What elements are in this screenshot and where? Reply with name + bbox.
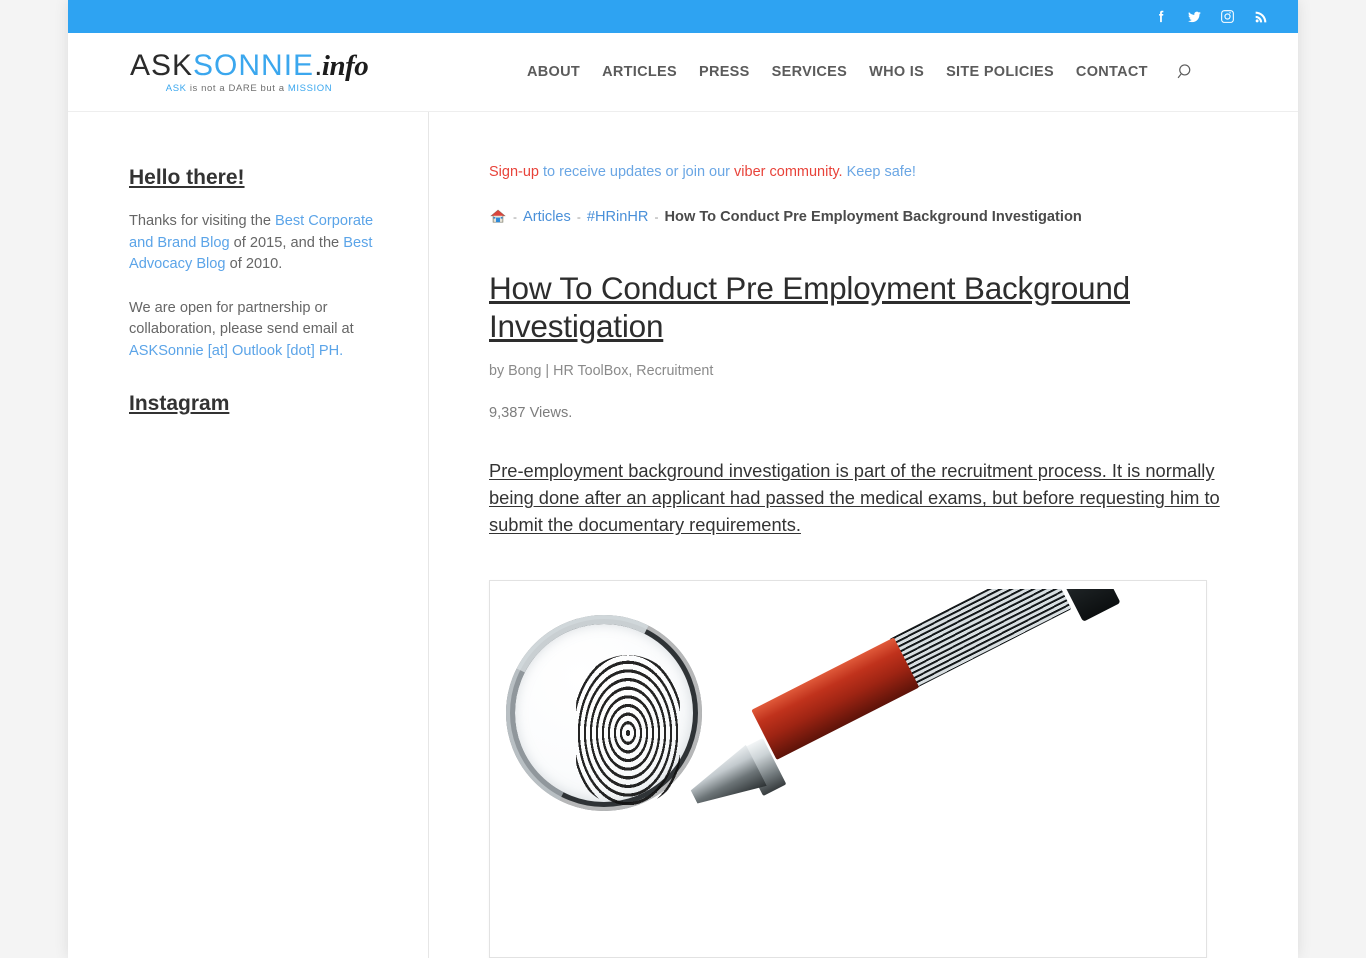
page-title: How To Conduct Pre Employment Background…	[489, 270, 1130, 344]
search-icon[interactable]	[1175, 61, 1197, 83]
sidebar-p2-text-1: We are open for partnership or collabora…	[129, 299, 354, 338]
logo-ask: ASK	[130, 48, 194, 82]
breadcrumb-separator-2: -	[576, 209, 581, 224]
top-social-bar	[68, 0, 1298, 33]
nav-item-who-is[interactable]: WHO IS	[858, 64, 935, 80]
sidebar-p1-text-3: of 2010.	[225, 256, 283, 273]
tagline-mission: MISSION	[287, 83, 333, 95]
nav-item-press[interactable]: PRESS	[688, 64, 761, 80]
twitter-icon[interactable]	[1186, 8, 1203, 25]
sidebar-paragraph-2: We are open for partnership or collabora…	[129, 298, 398, 363]
tagline-ask: ASK	[165, 83, 187, 95]
article-intro-paragraph: Pre-employment background investigation …	[489, 460, 1220, 535]
featured-image	[498, 589, 1198, 949]
notice-viber-link[interactable]: viber community.	[734, 164, 843, 180]
facebook-icon[interactable]	[1153, 8, 1170, 25]
breadcrumb-separator-3: -	[654, 209, 659, 224]
magnifier-steel-grip	[889, 589, 1072, 689]
tagline-middle: is not a DARE but a	[186, 83, 288, 95]
rss-icon[interactable]	[1252, 8, 1269, 25]
breadcrumb: - Articles - #HRinHR - How To Conduct Pr…	[489, 208, 1243, 225]
logo-sonnie: SONNIE	[193, 48, 315, 82]
logo-wordmark: ASKSONNIE.info	[130, 48, 369, 82]
sidebar-link-email[interactable]: ASKSonnie [at] Outlook [dot] PH.	[129, 343, 343, 359]
sidebar: Hello there! Thanks for visiting the Bes…	[68, 112, 429, 958]
article-meta: by Bong | HR ToolBox, Recruitment	[489, 363, 714, 379]
nav-item-contact[interactable]: CONTACT	[1065, 64, 1159, 80]
nav-item-articles[interactable]: ARTICLES	[591, 64, 688, 80]
breadcrumb-link-articles[interactable]: Articles	[523, 209, 571, 225]
page-body: Hello there! Thanks for visiting the Bes…	[68, 112, 1298, 958]
article-view-count: 9,387 Views.	[489, 405, 573, 421]
notice-signup-link[interactable]: Sign-up	[489, 164, 539, 180]
main-navigation: ABOUT ARTICLES PRESS SERVICES WHO IS SIT…	[516, 33, 1197, 111]
sidebar-hello-title: Hello there!	[129, 166, 245, 189]
logo-tagline: ASK is not a DARE but a MISSION	[130, 83, 368, 94]
sidebar-instagram-title: Instagram	[129, 392, 230, 416]
site-logo[interactable]: ASKSONNIE.info ASK is not a DARE but a M…	[130, 48, 369, 95]
social-links	[1153, 8, 1269, 25]
page-container: ASKSONNIE.info ASK is not a DARE but a M…	[68, 0, 1298, 958]
featured-image-frame	[489, 580, 1207, 958]
logo-info: info	[321, 49, 369, 82]
nav-item-about[interactable]: ABOUT	[516, 64, 591, 80]
sidebar-p1-text-1: Thanks for visiting the	[129, 213, 276, 230]
main-content: Sign-up to receive updates or join our v…	[429, 112, 1298, 958]
magnifier-wood-handle	[751, 637, 920, 760]
notice-text-2: Keep safe!	[842, 164, 916, 180]
notice-text-1: to receive updates or join our	[538, 164, 735, 180]
instagram-icon[interactable]	[1219, 8, 1236, 25]
sidebar-paragraph-1: Thanks for visiting the Best Corporate a…	[129, 211, 398, 276]
sidebar-p1-text-2: of 2015, and the	[229, 234, 344, 251]
logo-dot: .	[314, 48, 322, 82]
breadcrumb-separator-1: -	[513, 209, 517, 224]
breadcrumb-link-hrinhr[interactable]: #HRinHR	[587, 209, 649, 225]
site-header: ASKSONNIE.info ASK is not a DARE but a M…	[68, 33, 1298, 112]
home-icon[interactable]	[489, 208, 507, 225]
nav-item-site-policies[interactable]: SITE POLICIES	[935, 64, 1065, 80]
breadcrumb-current-page: How To Conduct Pre Employment Background…	[664, 208, 1082, 225]
fingerprint-graphic	[576, 655, 680, 805]
signup-notice: Sign-up to receive updates or join our v…	[489, 162, 1243, 182]
nav-item-services[interactable]: SERVICES	[761, 64, 858, 80]
